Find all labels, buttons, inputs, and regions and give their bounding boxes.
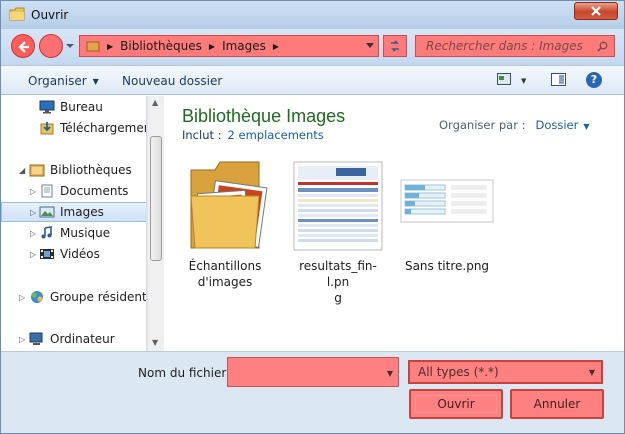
arrange-by: Organiser par : Dossier ▼	[439, 118, 590, 132]
sidebar-item-label: Images	[60, 205, 104, 219]
new-folder-button[interactable]: Nouveau dossier	[122, 74, 222, 88]
address-row: ▶ Bibliothèques ▶ Images ▶ Rechercher da…	[1, 29, 624, 65]
sidebar-item-images[interactable]: ▷ Images	[1, 202, 146, 222]
open-file-dialog: Ouvrir ▶ Bibliothèques ▶ Images ▶ Recher…	[0, 0, 625, 434]
sidebar-item-bibliotheques[interactable]: ◢ Bibliothèques	[1, 160, 146, 180]
sidebar-item-videos[interactable]: ▷ Vidéos	[1, 244, 146, 264]
filetype-value: All types (*.*)	[418, 365, 499, 379]
organise-label: Organiser	[28, 74, 87, 88]
sidebar-item-ordinateur[interactable]: ▷ Ordinateur	[1, 329, 146, 349]
includes-link[interactable]: 2 emplacements	[228, 128, 324, 142]
chevron-down-icon[interactable]: ▼	[521, 77, 526, 85]
search-placeholder: Rechercher dans : Images	[426, 39, 583, 53]
file-item-sans-titre[interactable]: Sans titre.png	[397, 156, 497, 306]
toolbar: Organiser ▼ Nouveau dossier ▼ ?	[1, 65, 624, 95]
dialog-footer: Nom du fichier : ▼ All types (*.*) ▼ Ouv…	[1, 351, 624, 433]
search-icon	[597, 41, 608, 52]
chevron-down-icon[interactable]	[366, 43, 374, 49]
chevron-down-icon[interactable]: ▼	[387, 369, 393, 378]
file-name: resultats_fin-l.pn g	[299, 259, 377, 305]
expand-arrow-icon[interactable]: ▷	[30, 187, 38, 196]
sidebar-item-musique[interactable]: ▷ Musique	[1, 223, 146, 243]
includes-label: Inclut :	[182, 128, 222, 142]
expand-arrow-icon[interactable]: ▷	[19, 293, 27, 302]
close-icon	[591, 6, 601, 16]
chevron-down-icon: ▼	[92, 77, 99, 86]
sidebar-item-label: Documents	[60, 184, 129, 198]
sidebar-item-label: Groupe résidentiel	[50, 290, 147, 304]
image-thumbnail	[288, 156, 388, 256]
desktop-icon	[39, 100, 55, 114]
sidebar-item-label: Bibliothèques	[50, 163, 132, 177]
breadcrumb-item-images[interactable]: Images	[222, 39, 266, 53]
expand-arrow-icon[interactable]: ◢	[19, 166, 27, 175]
videos-icon	[40, 249, 54, 259]
preview-pane-icon[interactable]	[551, 73, 566, 86]
sidebar-item-documents[interactable]: ▷ Documents	[1, 181, 146, 201]
search-input[interactable]: Rechercher dans : Images	[415, 35, 615, 57]
title-bar: Ouvrir	[1, 1, 624, 29]
forward-button[interactable]	[39, 34, 63, 58]
breadcrumb[interactable]: ▶ Bibliothèques ▶ Images ▶	[79, 35, 379, 57]
pictures-icon	[39, 206, 55, 218]
sidebar-item-label: Musique	[60, 226, 111, 240]
scroll-up-icon[interactable]: ▲	[152, 98, 158, 107]
organise-button[interactable]: Organiser ▼	[28, 74, 99, 88]
computer-icon	[29, 332, 43, 345]
sidebar-item-bureau[interactable]: Bureau	[1, 97, 146, 117]
arrange-dropdown[interactable]: Dossier	[535, 118, 578, 132]
arrange-label: Organiser par :	[439, 118, 526, 132]
refresh-button[interactable]	[383, 35, 407, 57]
homegroup-icon	[31, 291, 43, 303]
navigation-pane: Bureau Téléchargements ◢ Bibliothèques ▷…	[1, 96, 147, 351]
view-icon[interactable]	[497, 73, 511, 85]
scrollbar-thumb[interactable]	[150, 136, 162, 261]
chevron-down-icon[interactable]	[65, 42, 75, 50]
breadcrumb-separator: ▶	[272, 41, 280, 51]
refresh-icon	[391, 40, 399, 52]
sidebar-item-label: Ordinateur	[50, 332, 115, 346]
open-button[interactable]: Ouvrir	[409, 389, 503, 419]
expand-arrow-icon[interactable]: ▷	[30, 229, 38, 238]
filetype-select[interactable]: All types (*.*) ▼	[408, 360, 603, 384]
sidebar-item-label: Bureau	[60, 100, 103, 114]
documents-icon	[41, 184, 53, 198]
libraries-icon	[86, 41, 100, 52]
breadcrumb-item-bibliotheques[interactable]: Bibliothèques	[120, 39, 202, 53]
expand-arrow-icon[interactable]: ▷	[30, 208, 38, 217]
breadcrumb-separator: ▶	[107, 41, 114, 51]
expand-arrow-icon[interactable]: ▷	[30, 250, 38, 259]
file-item-resultats[interactable]: resultats_fin-l.pn g	[288, 156, 388, 306]
breadcrumb-separator: ▶	[208, 41, 216, 51]
sidebar-item-groupe-residentiel[interactable]: ▷ Groupe résidentiel	[1, 287, 147, 307]
folder-icon	[175, 156, 275, 256]
file-name: Sans titre.png	[404, 259, 490, 273]
libraries-icon	[29, 164, 45, 177]
file-item-echantillons[interactable]: Échantillons d'images	[175, 156, 275, 306]
file-view: Bibliothèque Images Inclut : 2 emplacemen…	[165, 96, 624, 351]
sidebar-item-label: Téléchargements	[60, 121, 146, 135]
filename-label: Nom du fichier :	[138, 366, 235, 380]
close-button[interactable]	[574, 2, 618, 20]
sidebar-item-telechargements[interactable]: Téléchargements	[1, 118, 146, 138]
chevron-down-icon: ▼	[588, 368, 595, 377]
cancel-button[interactable]: Annuler	[510, 389, 604, 419]
music-icon	[41, 226, 52, 239]
sidebar-scrollbar[interactable]: ▲ ▼	[147, 96, 164, 351]
chevron-down-icon[interactable]: ▼	[583, 122, 589, 131]
window-title: Ouvrir	[31, 8, 69, 22]
arrow-left-icon	[18, 41, 29, 53]
help-icon[interactable]: ?	[586, 72, 602, 88]
downloads-icon	[40, 122, 54, 135]
expand-arrow-icon[interactable]: ▷	[19, 335, 27, 344]
back-button[interactable]	[11, 34, 35, 58]
sidebar-item-label: Vidéos	[60, 247, 100, 261]
image-thumbnail	[397, 156, 497, 256]
scroll-down-icon[interactable]: ▼	[152, 338, 158, 347]
folder-icon	[9, 7, 25, 21]
filename-input[interactable]: ▼	[227, 357, 399, 387]
file-name: Échantillons d'images	[188, 259, 262, 289]
library-title: Bibliothèque Images	[182, 106, 346, 126]
library-includes: Inclut : 2 emplacements	[182, 128, 324, 142]
